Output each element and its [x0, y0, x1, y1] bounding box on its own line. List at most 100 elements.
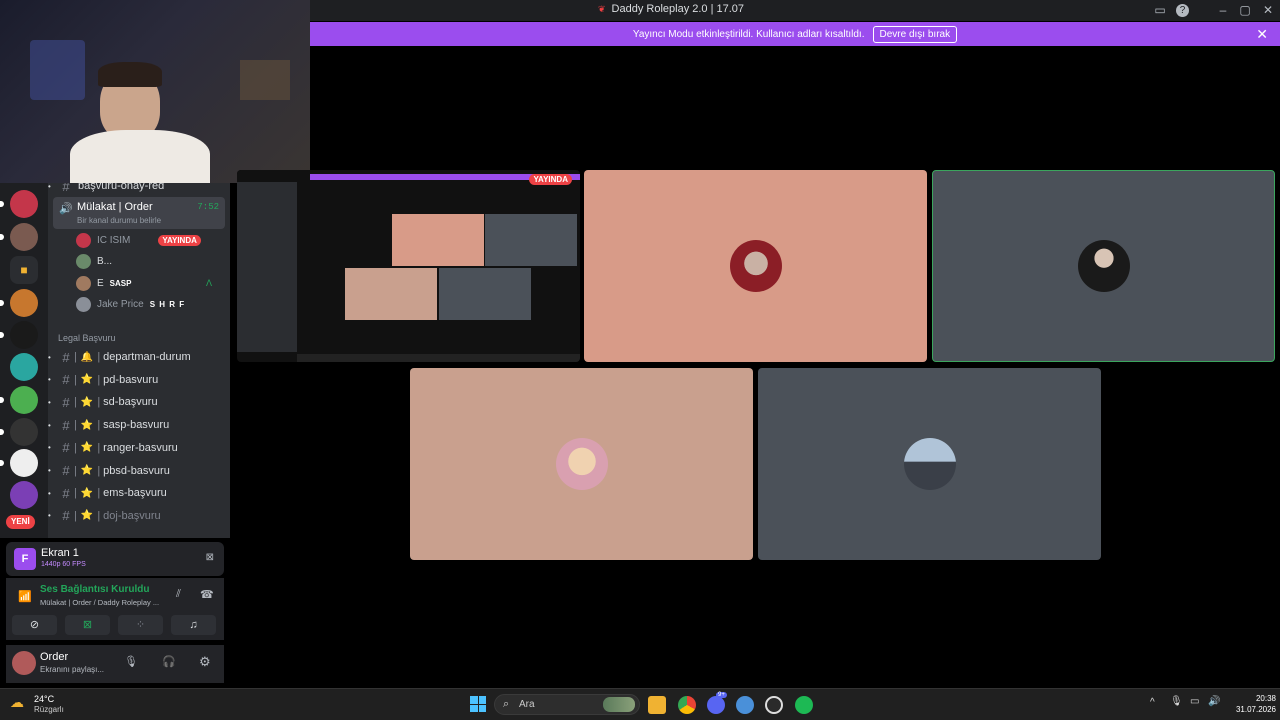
chrome-icon[interactable]	[678, 696, 696, 714]
disable-streamer-mode-button[interactable]: Devre dışı bırak	[872, 25, 958, 43]
camera-off-icon[interactable]: ⊘	[12, 615, 57, 635]
hash-icon: #	[62, 440, 70, 456]
network-icon[interactable]: ▭	[1190, 696, 1199, 707]
text-channel-item[interactable]: • # | ⭐ | pd-basvuru	[48, 369, 230, 391]
channel-name: ems-başvuru	[103, 487, 167, 500]
notification-badge: 9+	[716, 692, 727, 698]
text-channel-item[interactable]: • # | ⭐ | pbsd-basvuru	[48, 460, 230, 482]
voice-user[interactable]: E SASP Λ	[76, 273, 212, 293]
stop-stream-icon[interactable]: ⊠	[206, 552, 214, 563]
voice-user[interactable]: Jake Price S H R F ❦	[76, 294, 185, 314]
channel-name: doj-başvuru	[103, 509, 161, 522]
hash-icon: #	[62, 417, 70, 433]
server-icon[interactable]	[0, 223, 38, 251]
headphones-icon[interactable]: 🎧	[162, 655, 176, 668]
server-icon[interactable]	[0, 289, 38, 317]
volume-icon[interactable]: 🔊	[1208, 696, 1220, 707]
server-icon[interactable]	[10, 353, 38, 381]
live-badge: YAYINDA	[158, 234, 201, 246]
search-highlight-image	[603, 697, 635, 712]
text-channel-item[interactable]: • # | ⭐ | doj-başvuru	[48, 505, 230, 527]
avatar	[1077, 240, 1130, 292]
start-icon[interactable]	[470, 696, 486, 712]
channel-emoji-icon: ⭐	[80, 465, 94, 476]
hash-icon: #	[62, 394, 70, 410]
voice-user[interactable]: IC ISIM YAYINDA	[76, 230, 201, 250]
text-channel-item[interactable]: • # | 🔔 | departman-durum	[48, 346, 230, 368]
server-icon[interactable]	[10, 481, 38, 509]
discord-icon[interactable]	[707, 696, 725, 714]
unread-pip: •	[48, 511, 51, 521]
app-icon[interactable]	[736, 696, 754, 714]
voice-user[interactable]: B...	[76, 251, 112, 271]
close-banner-icon[interactable]: ✕	[1256, 26, 1268, 43]
microphone-icon[interactable]: 🎙	[1170, 696, 1183, 707]
unread-pip: •	[48, 420, 51, 430]
channel-name: pbsd-basvuru	[103, 464, 170, 477]
noise-suppression-icon[interactable]: ⫽	[176, 588, 181, 601]
participant-tile[interactable]	[584, 170, 927, 362]
search-input[interactable]: ⌕ Ara	[494, 694, 640, 715]
mini-taskbar	[297, 354, 580, 362]
channel-emoji-icon: ⭐	[80, 374, 94, 386]
settings-icon[interactable]: ⚙	[199, 654, 211, 670]
unread-pip: •	[48, 466, 51, 475]
activities-icon[interactable]: ⁘	[118, 615, 163, 635]
channel-emoji-icon: ⭐	[80, 487, 94, 499]
app-icon[interactable]	[765, 696, 783, 714]
participant-tile[interactable]	[410, 368, 753, 560]
search-icon: ⌕	[503, 698, 510, 710]
banner-text: Yayıncı Modu etkinleştirildi. Kullanıcı …	[632, 28, 865, 40]
microphone-icon[interactable]: 🎙	[124, 655, 138, 668]
channel-emoji-icon: ⭐	[80, 510, 94, 522]
channel-emoji-icon: ⭐	[80, 442, 94, 454]
hash-icon: #	[62, 372, 70, 388]
disconnect-icon[interactable]: ☎	[200, 588, 214, 601]
avatar[interactable]	[12, 651, 36, 675]
server-icon[interactable]	[0, 321, 38, 349]
voice-channel[interactable]: 🔊 Mülakat | Order 7:52 Bir kanal durumu …	[53, 197, 225, 229]
server-icon[interactable]	[0, 449, 38, 477]
screen-avatar: F	[14, 548, 36, 570]
avatar	[729, 240, 782, 292]
close-window-button[interactable]: ✕	[1260, 2, 1276, 18]
chevron-up-icon[interactable]: ^	[1150, 697, 1155, 708]
hash-icon: #	[62, 485, 70, 501]
folder-icon[interactable]: ■	[10, 256, 38, 284]
soundboard-icon[interactable]: ♫	[171, 615, 216, 635]
webcam-overlay	[0, 0, 310, 183]
unread-pip: •	[48, 375, 51, 385]
stream-preview-tile[interactable]: YAYINDA	[237, 170, 580, 362]
file-explorer-icon[interactable]	[648, 696, 666, 714]
server-icon[interactable]	[0, 386, 38, 414]
channel-name: sasp-basvuru	[103, 419, 170, 432]
participant-tile[interactable]	[758, 368, 1101, 560]
mini-tile	[439, 268, 531, 320]
mini-tile	[485, 214, 577, 266]
avatar	[555, 438, 608, 490]
streamer-hair	[98, 62, 162, 87]
help-icon[interactable]: ?	[1176, 4, 1189, 17]
minimize-button[interactable]: –	[1215, 2, 1231, 18]
channel-name: departman-durum	[103, 351, 191, 363]
text-channel-item[interactable]: • # | ⭐ | ems-başvuru	[48, 482, 230, 504]
text-channel-item[interactable]: • # | ⭐ | sd-başvuru	[48, 391, 230, 413]
inbox-icon[interactable]: ▭	[1152, 2, 1168, 18]
category-header[interactable]: Legal Başvuru	[58, 333, 116, 343]
spotify-icon[interactable]	[795, 696, 813, 714]
streamer-mode-banner: Yayıncı Modu etkinleştirildi. Kullanıcı …	[310, 22, 1280, 46]
channel-item[interactable]: • # başvuru-onay-red	[48, 183, 230, 197]
text-channel-item[interactable]: • # | ⭐ | sasp-basvuru	[48, 414, 230, 436]
participant-tile-speaking[interactable]	[932, 170, 1275, 362]
unread-pip: •	[48, 488, 51, 498]
maximize-button[interactable]: ▢	[1237, 2, 1253, 18]
server-logo-icon: ❦	[598, 3, 606, 14]
text-channel-item[interactable]: • # | ⭐ | ranger-basvuru	[48, 437, 230, 459]
weather-icon[interactable]: ☁	[10, 694, 24, 711]
server-icon[interactable]	[0, 418, 38, 446]
streaming-icon: Λ	[206, 278, 213, 288]
screen-share-icon[interactable]: ⊠	[65, 615, 110, 635]
server-icon[interactable]	[0, 190, 38, 218]
background-shelf	[240, 60, 290, 100]
unread-pip: •	[48, 352, 51, 362]
